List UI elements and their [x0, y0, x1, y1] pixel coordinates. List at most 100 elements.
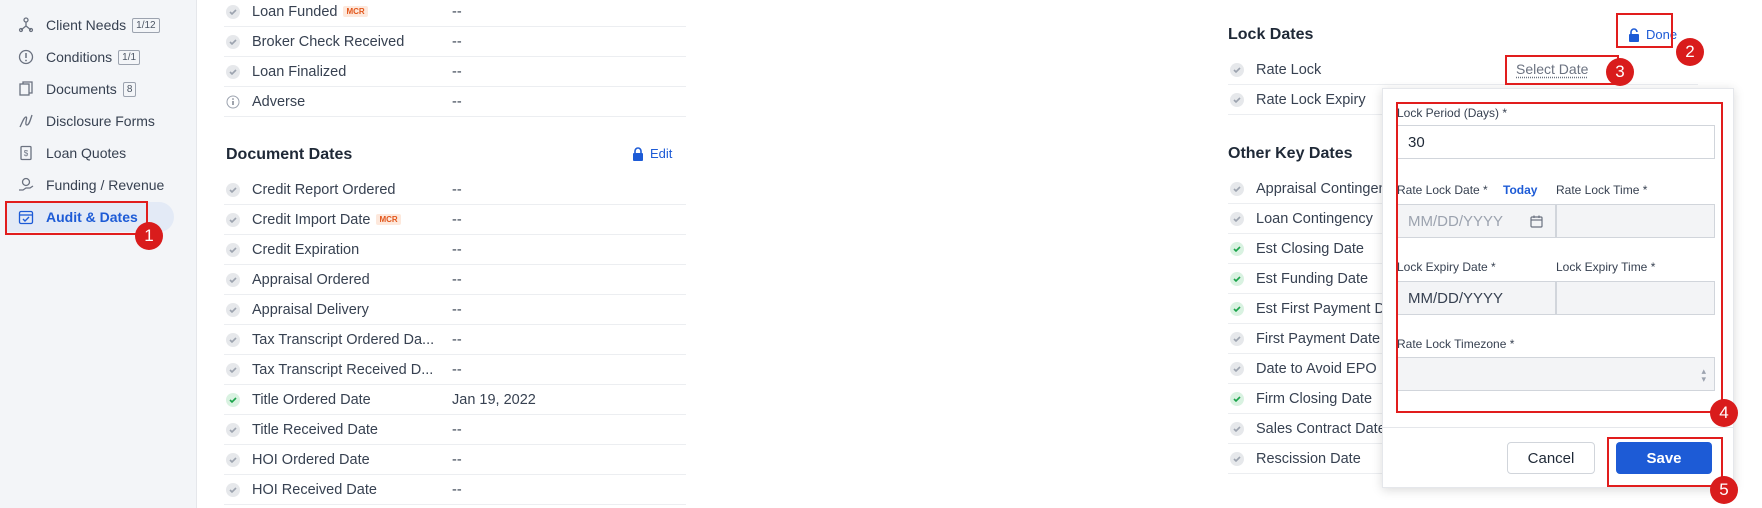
check-pending-icon	[1230, 421, 1244, 436]
date-row-label: Credit Report Ordered	[252, 181, 396, 198]
date-row: Loan Contingency	[1228, 204, 1388, 234]
mcr-badge: MCR	[376, 214, 401, 225]
date-row-label: Loan Finalized	[252, 63, 347, 80]
check-pending-icon	[226, 242, 240, 257]
date-row-value: Jan 19, 2022	[452, 391, 536, 408]
today-link[interactable]: Today	[1503, 183, 1537, 197]
date-row-label: Appraisal Delivery	[252, 301, 369, 318]
lock-expiry-time-label: Lock Expiry Time *	[1556, 260, 1656, 274]
date-row: Adverse --	[224, 87, 686, 117]
rate-lock-popup: Lock Period (Days) * 30 Rate Lock Date *…	[1382, 88, 1734, 488]
lock-dates-title: Lock Dates	[1228, 26, 1314, 43]
check-done-icon	[1230, 301, 1244, 316]
date-row-value: --	[452, 331, 462, 348]
sidebar-item-loan-quotes[interactable]: $ Loan Quotes	[6, 138, 174, 168]
document-dates-edit-link[interactable]: Edit	[632, 146, 672, 161]
check-pending-icon	[226, 302, 240, 317]
callout-number-1: 1	[135, 222, 163, 250]
funding-icon	[14, 173, 38, 197]
rate-lock-time-input[interactable]	[1556, 204, 1715, 238]
save-button[interactable]: Save	[1616, 442, 1712, 474]
date-row: Sales Contract Date	[1228, 414, 1388, 444]
lock-expiry-time-input[interactable]	[1556, 281, 1715, 315]
date-row: Loan Finalized --	[224, 57, 686, 87]
sidebar-item-client-needs[interactable]: Client Needs 1/12	[6, 10, 174, 40]
cancel-button[interactable]: Cancel	[1507, 442, 1595, 474]
date-row-label: HOI Ordered Date	[252, 451, 370, 468]
date-row: Est First Payment D	[1228, 294, 1388, 324]
date-row-label: Date to Avoid EPO	[1256, 360, 1377, 377]
date-row: Appraisal Contingen	[1228, 174, 1388, 204]
date-row-label: Est First Payment D	[1256, 300, 1385, 317]
date-row: Tax Transcript Received D... --	[224, 355, 686, 385]
callout-number-3: 3	[1606, 58, 1634, 86]
check-pending-icon	[1230, 211, 1244, 226]
check-pending-icon	[226, 64, 240, 79]
date-row-value: --	[452, 3, 462, 20]
sidebar-item-disclosure-forms[interactable]: Disclosure Forms	[6, 106, 174, 136]
rate-lock-date-input[interactable]: MM/DD/YYYY	[1397, 204, 1556, 238]
date-row: Loan Funded MCR --	[224, 0, 686, 27]
info-circle-icon	[14, 45, 38, 69]
timezone-select[interactable]: ▴ ▾	[1397, 357, 1715, 391]
count-badge: 1/1	[118, 49, 141, 65]
date-row-label: Rate Lock	[1256, 61, 1322, 78]
sidebar-item-label: Loan Quotes	[46, 145, 127, 161]
documents-icon	[14, 77, 38, 101]
other-key-dates-title: Other Key Dates	[1228, 145, 1353, 162]
check-pending-icon	[1230, 92, 1244, 107]
sidebar-item-label: Disclosure Forms	[46, 113, 155, 129]
date-row: Appraisal Delivery --	[224, 295, 686, 325]
date-row-value: --	[452, 63, 462, 80]
date-row-label: Tax Transcript Received D...	[252, 361, 434, 378]
date-row: Date to Avoid EPO	[1228, 354, 1388, 384]
svg-text:$: $	[24, 149, 29, 158]
callout-number-5: 5	[1710, 476, 1738, 504]
date-row: Broker Check Received --	[224, 27, 686, 57]
lock-expiry-date-label: Lock Expiry Date *	[1397, 260, 1496, 274]
check-done-icon	[1230, 271, 1244, 286]
check-pending-icon	[226, 272, 240, 287]
date-row-value: --	[452, 421, 462, 438]
date-row: Credit Report Ordered --	[224, 175, 686, 205]
date-row-value: --	[452, 211, 462, 228]
date-row: Rescission Date	[1228, 444, 1388, 474]
date-row: Title Ordered Date Jan 19, 2022	[224, 385, 686, 415]
date-row-value: --	[452, 241, 462, 258]
sidebar-item-funding-revenue[interactable]: Funding / Revenue	[6, 170, 174, 200]
done-label: Done	[1646, 27, 1678, 42]
check-pending-icon	[226, 362, 240, 377]
lock-expiry-date-input[interactable]: MM/DD/YYYY	[1397, 281, 1556, 315]
sidebar-item-label: Client Needs	[46, 17, 127, 33]
check-done-icon	[1230, 241, 1244, 256]
date-row: Tax Transcript Ordered Da... --	[224, 325, 686, 355]
lock-period-input[interactable]: 30	[1397, 125, 1715, 159]
rate-lock-time-label: Rate Lock Time *	[1556, 183, 1648, 197]
date-row-label: HOI Received Date	[252, 481, 377, 498]
date-row: Title Received Date --	[224, 415, 686, 445]
check-pending-icon	[226, 422, 240, 437]
date-row: Credit Expiration --	[224, 235, 686, 265]
count-badge: 8	[122, 81, 137, 97]
calendar-check-icon	[14, 205, 38, 229]
date-row-label: Firm Closing Date	[1256, 390, 1373, 407]
callout-number-4: 4	[1710, 399, 1738, 427]
date-row-label: First Payment Date	[1256, 330, 1381, 347]
date-row-label: Appraisal Contingen	[1256, 180, 1387, 197]
date-row-label: Title Ordered Date	[252, 391, 371, 408]
client-needs-icon	[14, 13, 38, 37]
sidebar-item-conditions[interactable]: Conditions 1/1	[6, 42, 174, 72]
date-row-label: Tax Transcript Ordered Da...	[252, 331, 435, 348]
sidebar-item-documents[interactable]: Documents 8	[6, 74, 174, 104]
dollar-document-icon: $	[14, 141, 38, 165]
check-pending-icon	[226, 34, 240, 49]
check-pending-icon	[1230, 331, 1244, 346]
info-icon	[226, 95, 240, 109]
date-row-value: --	[452, 181, 462, 198]
check-pending-icon	[226, 482, 240, 497]
check-pending-icon	[1230, 361, 1244, 376]
date-row-value: --	[452, 33, 462, 50]
date-row-label: Broker Check Received	[252, 33, 405, 50]
select-date-link[interactable]: Select Date	[1516, 61, 1588, 77]
lock-dates-done-button[interactable]: Done	[1628, 27, 1677, 42]
